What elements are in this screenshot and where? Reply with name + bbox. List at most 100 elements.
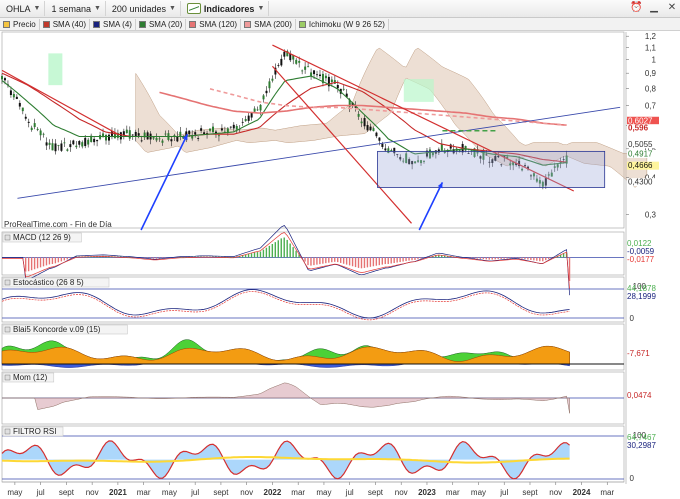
candle-body: [96, 140, 99, 142]
candle-body: [152, 137, 155, 139]
candle-body: [304, 66, 307, 70]
stock-chart[interactable]: ProRealTime.com - Fin de Día 1,2 1,1 1 0,9 0,…: [0, 0, 680, 499]
candle-body: [324, 75, 327, 79]
macd-bar: [521, 257, 523, 259]
macd-bar: [491, 257, 493, 260]
macd-bar: [271, 244, 274, 258]
macd-bar: [348, 257, 351, 266]
macd-bar: [325, 257, 327, 264]
macd-bar: [60, 257, 63, 262]
macd-bar: [313, 257, 315, 266]
candle-body: [15, 96, 18, 99]
panel-value-tag: -0,0177: [627, 255, 655, 264]
candle-body: [48, 142, 51, 145]
candle-body: [247, 115, 250, 121]
macd-bar: [48, 257, 51, 265]
candle-body: [200, 128, 203, 131]
candle-body: [140, 140, 143, 142]
candle-body: [277, 64, 280, 66]
panel-tick-label: 0: [630, 474, 635, 483]
price-tag-label: 0,596: [628, 124, 649, 133]
candle-body: [449, 144, 452, 149]
candle-body: [220, 128, 223, 131]
candle-body: [179, 131, 182, 137]
candle-body: [378, 137, 381, 141]
macd-bar: [378, 257, 381, 266]
candle-body: [155, 137, 158, 141]
panel-settings-icon: [4, 279, 11, 286]
x-tick-label: sept: [213, 488, 229, 497]
candle-body: [381, 143, 384, 147]
x-tick-label: nov: [240, 488, 253, 497]
price-tick-label: 0,3: [645, 210, 657, 219]
macd-bar: [482, 257, 485, 260]
candle-body: [18, 102, 21, 107]
candle-body: [45, 142, 48, 146]
panel-value-tag: 0,0474: [627, 391, 652, 400]
macd-bar: [57, 257, 60, 263]
macd-bar: [182, 256, 184, 258]
macd-bar: [402, 257, 404, 262]
candle-body: [217, 135, 220, 137]
candle-body: [3, 78, 6, 81]
macd-bar: [265, 247, 268, 258]
x-tick-label: jul: [190, 488, 199, 497]
candle-body: [298, 61, 301, 63]
macd-bar: [322, 257, 324, 264]
macd-bar: [310, 257, 312, 266]
candle-body: [440, 143, 443, 151]
macd-bar: [283, 237, 285, 258]
candle-body: [75, 145, 78, 148]
macd-bar: [42, 257, 45, 267]
candle-body: [265, 90, 268, 94]
candle-body: [54, 143, 57, 152]
panel-title: FILTRO RSI: [13, 427, 56, 436]
candle-body: [232, 124, 235, 129]
macd-bar: [524, 257, 526, 260]
x-tick-label: jul: [345, 488, 354, 497]
candle-body: [271, 78, 274, 81]
indicator-panel-frame: [1, 425, 625, 483]
price-tick-label: 1,2: [645, 32, 657, 41]
macd-bar: [289, 243, 291, 258]
macd-bar: [30, 257, 33, 271]
macd-bar: [562, 253, 565, 258]
macd-bar: [316, 257, 318, 265]
candle-body: [24, 116, 27, 119]
macd-bar: [230, 256, 232, 258]
candle-body: [316, 74, 319, 76]
candle-body: [137, 133, 140, 136]
macd-bar: [399, 257, 401, 263]
panel-title: Blai5 Koncorde v.09 (15): [13, 325, 101, 334]
panel-value-tag: -7,671: [627, 349, 650, 358]
price-tick-label: 0,9: [645, 69, 657, 78]
macd-bar: [384, 257, 386, 265]
price-tag-label: 0,4917: [628, 149, 653, 158]
candle-body: [161, 140, 164, 143]
macd-bar: [128, 256, 131, 258]
macd-bar: [146, 257, 149, 259]
macd-bar: [274, 242, 277, 258]
macd-bar: [331, 257, 333, 263]
candle-body: [21, 107, 24, 112]
macd-bar: [158, 257, 161, 259]
candle-body: [336, 85, 339, 89]
macd-bar: [405, 257, 407, 262]
candle-body: [30, 127, 33, 131]
x-tick-label: may: [7, 488, 22, 497]
macd-bar: [485, 257, 488, 260]
macd-bar: [24, 257, 27, 272]
macd-bar: [512, 257, 514, 259]
macd-bar: [339, 257, 342, 263]
macd-bar: [515, 257, 517, 259]
macd-bar: [319, 257, 321, 265]
macd-bar: [527, 257, 529, 260]
macd-bar: [337, 257, 339, 263]
candle-body: [69, 144, 72, 148]
macd-bar: [351, 257, 354, 267]
panel-settings-icon: [4, 326, 11, 333]
candle-body: [107, 134, 110, 141]
macd-bar: [488, 257, 490, 260]
macd-bar: [518, 257, 520, 259]
candle-body: [57, 145, 60, 146]
